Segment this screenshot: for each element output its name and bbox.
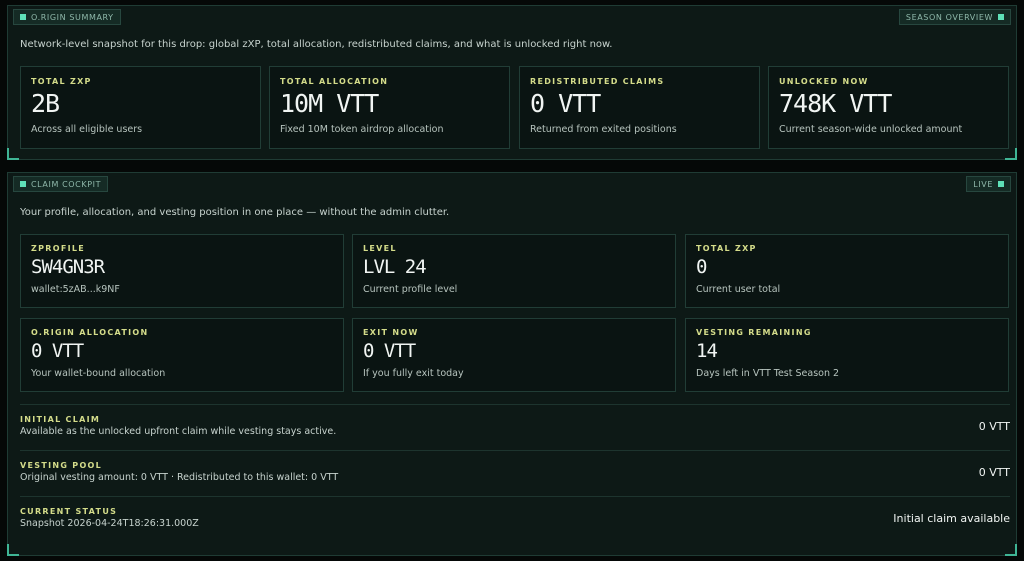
status-value: Initial claim available xyxy=(893,512,1010,525)
stat-label: UNLOCKED NOW xyxy=(779,77,869,86)
card-label: ZPROFILE xyxy=(31,244,86,253)
vesting-pool-row: VESTING POOL Original vesting amount: 0 … xyxy=(20,450,1010,497)
stat-caption: Returned from exited positions xyxy=(530,124,677,135)
square-icon xyxy=(998,14,1004,20)
row-description: Snapshot 2026-04-24T18:26:31.000Z xyxy=(20,518,199,529)
corner-bracket xyxy=(1005,148,1017,160)
stat-label: REDISTRIBUTED CLAIMS xyxy=(530,77,665,86)
claim-cockpit-panel: CLAIM COCKPIT LIVE Your profile, allocat… xyxy=(7,172,1017,556)
season-overview-label: SEASON OVERVIEW xyxy=(905,12,993,22)
square-icon xyxy=(998,181,1004,187)
initial-claim-row: INITIAL CLAIM Available as the unlocked … xyxy=(20,404,1010,451)
row-label: INITIAL CLAIM xyxy=(20,415,101,424)
stat-label: TOTAL ZXP xyxy=(31,77,92,86)
card-exit-now: EXIT NOW 0 VTT If you fully exit today xyxy=(352,318,676,392)
card-label: O.RIGIN ALLOCATION xyxy=(31,328,149,337)
stat-caption: Across all eligible users xyxy=(31,124,143,135)
summary-description: Network-level snapshot for this drop: gl… xyxy=(20,39,613,50)
stat-card-total-zxp: TOTAL ZXP 2B Across all eligible users xyxy=(20,66,261,149)
card-label: EXIT NOW xyxy=(363,328,419,337)
cockpit-description: Your profile, allocation, and vesting po… xyxy=(20,207,450,218)
square-icon xyxy=(20,181,26,187)
stat-value: 0 VTT xyxy=(530,89,601,118)
origin-summary-panel: O.RIGIN SUMMARY SEASON OVERVIEW Network-… xyxy=(7,5,1017,160)
card-zprofile: ZPROFILE SW4GN3R wallet:5zAB...k9NF xyxy=(20,234,344,308)
corner-bracket xyxy=(1005,544,1017,556)
card-caption: Current profile level xyxy=(363,284,458,295)
corner-bracket xyxy=(7,148,19,160)
card-caption: Current user total xyxy=(696,284,781,295)
live-status-label: LIVE xyxy=(973,179,993,189)
cockpit-section-tag: CLAIM COCKPIT xyxy=(13,176,109,192)
card-total-zxp: TOTAL ZXP 0 Current user total xyxy=(685,234,1009,308)
card-label: TOTAL ZXP xyxy=(696,244,757,253)
season-overview-tag: SEASON OVERVIEW xyxy=(898,9,1011,25)
card-value: 0 VTT xyxy=(363,340,416,362)
card-value: LVL 24 xyxy=(363,256,427,278)
row-value: 0 VTT xyxy=(978,466,1010,479)
stat-caption: Current season-wide unlocked amount xyxy=(779,124,963,135)
row-label: VESTING POOL xyxy=(20,461,103,470)
stat-value: 2B xyxy=(31,89,60,118)
square-icon xyxy=(20,14,26,20)
card-value: 14 xyxy=(696,340,718,362)
card-origin-allocation: O.RIGIN ALLOCATION 0 VTT Your wallet-bou… xyxy=(20,318,344,392)
card-label: LEVEL xyxy=(363,244,397,253)
card-caption: Days left in VTT Test Season 2 xyxy=(696,368,840,379)
stat-label: TOTAL ALLOCATION xyxy=(280,77,389,86)
stat-value: 748K VTT xyxy=(779,89,892,118)
summary-tag-label: O.RIGIN SUMMARY xyxy=(31,12,114,22)
card-caption: Your wallet-bound allocation xyxy=(31,368,166,379)
card-value: 0 VTT xyxy=(31,340,84,362)
stat-caption: Fixed 10M token airdrop allocation xyxy=(280,124,444,135)
summary-section-tag: O.RIGIN SUMMARY xyxy=(13,9,121,25)
stat-card-redistributed-claims: REDISTRIBUTED CLAIMS 0 VTT Returned from… xyxy=(519,66,760,149)
card-value: SW4GN3R xyxy=(31,256,105,278)
card-value: 0 xyxy=(696,256,707,278)
cockpit-tag-label: CLAIM COCKPIT xyxy=(31,179,102,189)
card-vesting-remaining: VESTING REMAINING 14 Days left in VTT Te… xyxy=(685,318,1009,392)
card-caption: wallet:5zAB...k9NF xyxy=(31,284,120,295)
stat-value: 10M VTT xyxy=(280,89,379,118)
row-description: Available as the unlocked upfront claim … xyxy=(20,426,337,437)
stat-card-unlocked-now: UNLOCKED NOW 748K VTT Current season-wid… xyxy=(768,66,1009,149)
row-description: Original vesting amount: 0 VTT · Redistr… xyxy=(20,472,339,483)
corner-bracket xyxy=(7,544,19,556)
row-label: CURRENT STATUS xyxy=(20,507,118,516)
card-level: LEVEL LVL 24 Current profile level xyxy=(352,234,676,308)
card-caption: If you fully exit today xyxy=(363,368,464,379)
live-status-tag: LIVE xyxy=(966,176,1011,192)
current-status-row: CURRENT STATUS Snapshot 2026-04-24T18:26… xyxy=(20,496,1010,543)
card-label: VESTING REMAINING xyxy=(696,328,812,337)
row-value: 0 VTT xyxy=(978,420,1010,433)
stat-card-total-allocation: TOTAL ALLOCATION 10M VTT Fixed 10M token… xyxy=(269,66,510,149)
